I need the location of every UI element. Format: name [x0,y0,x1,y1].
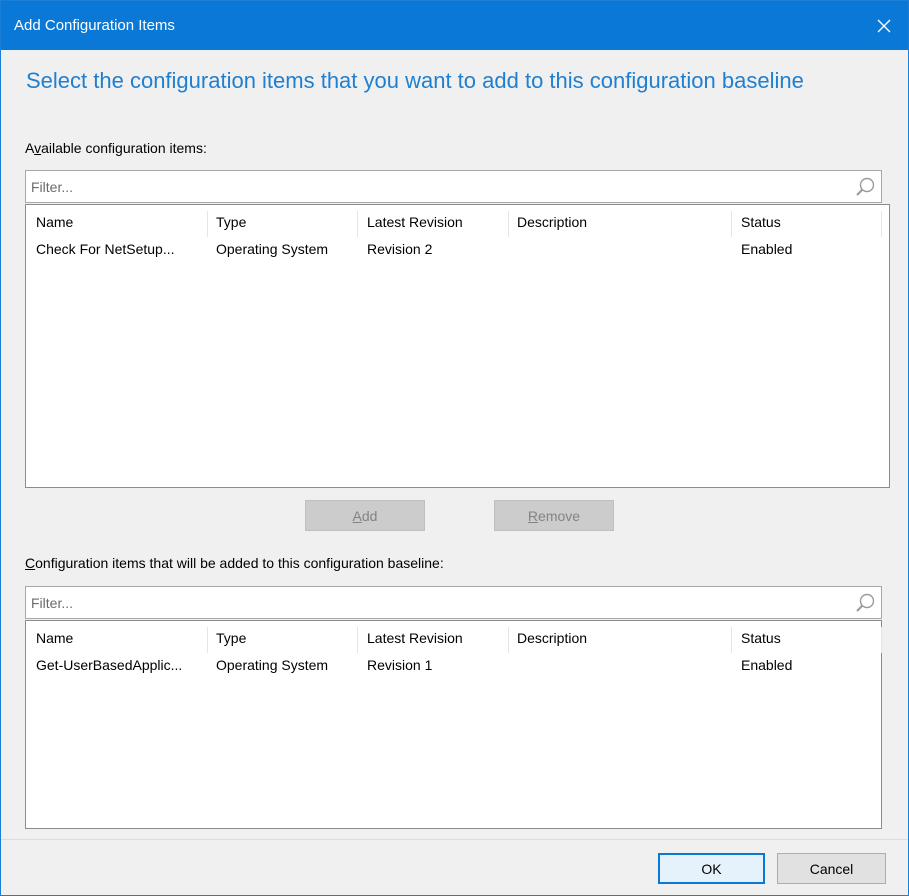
column-header-description[interactable]: Description [517,214,587,230]
title-bar[interactable]: Add Configuration Items [1,1,908,50]
available-items-label: Available configuration items: [25,140,207,156]
column-header-description[interactable]: Description [517,630,587,646]
column-header-status[interactable]: Status [741,630,781,646]
selected-label-accel: C [25,555,36,571]
column-header-name[interactable]: Name [36,630,73,646]
selected-items-list[interactable]: Name Type Latest Revision Description St… [25,620,882,829]
column-divider[interactable] [881,627,882,653]
column-divider[interactable] [731,627,732,653]
cell-latest-revision: Revision 1 [367,657,433,673]
column-divider[interactable] [357,627,358,653]
column-divider[interactable] [357,211,358,237]
selected-filter-input[interactable] [31,593,831,613]
cell-status: Enabled [741,241,793,257]
selected-list-header: Name Type Latest Revision Description St… [26,624,882,653]
cell-name: Check For NetSetup... [36,241,175,257]
column-divider[interactable] [207,211,208,237]
column-header-latest-revision[interactable]: Latest Revision [367,214,463,230]
available-label-prefix: A [25,140,35,156]
cancel-button[interactable]: Cancel [777,853,886,884]
search-icon[interactable] [854,592,876,614]
selected-items-label: Configuration items that will be added t… [25,555,444,571]
window-title: Add Configuration Items [14,17,175,34]
table-row[interactable]: Get-UserBasedApplic... Operating System … [26,651,881,677]
column-divider[interactable] [881,211,882,237]
add-button[interactable]: Add [305,500,425,531]
remove-rest: emove [538,507,581,524]
cell-type: Operating System [216,241,329,257]
column-divider[interactable] [508,211,509,237]
remove-accel: R [527,507,539,524]
selected-label-rest: onfiguration items that will be added to… [35,555,444,571]
available-filter-input[interactable] [31,177,831,197]
cell-name: Get-UserBasedApplic... [36,657,183,673]
ok-button[interactable]: OK [658,853,765,884]
page-heading: Select the configuration items that you … [26,68,804,93]
column-header-status[interactable]: Status [741,214,781,230]
dialog-footer: OK Cancel [1,839,908,895]
add-rest: dd [361,507,378,524]
add-accel: A [352,507,362,524]
close-icon [877,19,891,32]
search-icon[interactable] [854,176,876,198]
available-items-list[interactable]: Name Type Latest Revision Description St… [25,204,890,488]
available-list-header: Name Type Latest Revision Description St… [26,208,889,237]
column-header-type[interactable]: Type [216,630,246,646]
selected-filter[interactable] [25,586,882,619]
cell-latest-revision: Revision 2 [367,241,433,257]
close-button[interactable] [860,1,908,50]
column-divider[interactable] [731,211,732,237]
dialog-window: Add Configuration Items Select the confi… [0,0,909,896]
cell-status: Enabled [741,657,793,673]
available-label-rest: ailable configuration items: [41,140,207,156]
column-divider[interactable] [508,627,509,653]
cell-type: Operating System [216,657,329,673]
column-header-latest-revision[interactable]: Latest Revision [367,630,463,646]
column-header-name[interactable]: Name [36,214,73,230]
available-filter[interactable] [25,170,882,203]
table-row[interactable]: Check For NetSetup... Operating System R… [26,235,889,261]
column-header-type[interactable]: Type [216,214,246,230]
remove-button[interactable]: Remove [494,500,614,531]
column-divider[interactable] [207,627,208,653]
